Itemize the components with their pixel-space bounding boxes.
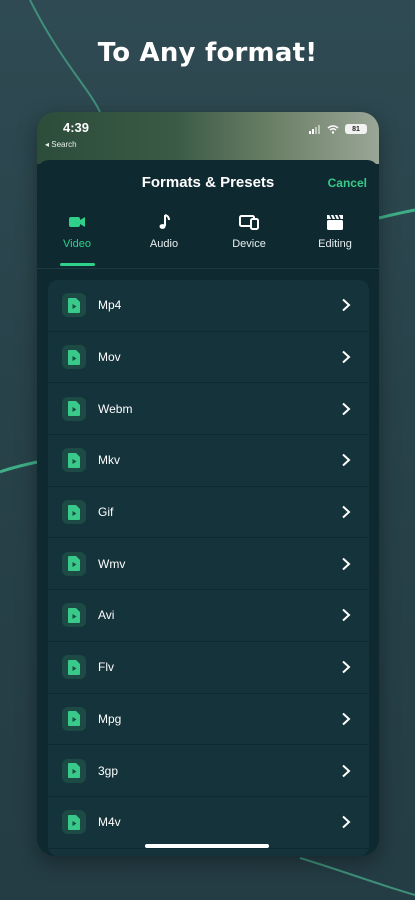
home-indicator[interactable]	[145, 844, 269, 848]
chevron-right-icon	[342, 764, 351, 777]
video-camera-icon	[69, 217, 85, 227]
cancel-button[interactable]: Cancel	[328, 176, 367, 190]
format-row-webm[interactable]: Webm	[48, 383, 369, 436]
formats-sheet: Formats & Presets Cancel Video Audio Dev…	[37, 160, 379, 856]
tab-video-label: Video	[63, 238, 91, 250]
status-icons: 81	[309, 124, 367, 134]
format-row-wmv[interactable]: Wmv	[48, 538, 369, 591]
chevron-right-icon	[342, 712, 351, 726]
video-file-icon	[62, 655, 86, 680]
chevron-right-icon	[342, 454, 351, 467]
tab-device[interactable]: Device	[209, 212, 289, 268]
battery-icon: 81	[345, 124, 367, 134]
active-tab-indicator	[60, 263, 95, 266]
format-label: Avi	[98, 608, 115, 623]
chevron-right-icon	[342, 660, 351, 674]
format-label: Flv	[98, 660, 114, 675]
format-label: Gif	[98, 505, 114, 520]
tab-audio-label: Audio	[149, 238, 179, 250]
chevron-right-icon	[342, 402, 351, 415]
chevron-right-icon	[342, 350, 351, 364]
video-file-icon	[62, 500, 86, 525]
video-file-icon	[62, 448, 86, 473]
music-note-icon	[159, 214, 170, 229]
chevron-right-icon	[342, 609, 351, 622]
video-file-icon	[62, 706, 86, 731]
signal-icon	[309, 124, 320, 134]
tab-editing-label: Editing	[318, 238, 352, 250]
format-row-mp4[interactable]: Mp4	[48, 280, 369, 332]
status-time: 4:39	[63, 120, 90, 135]
back-to-search-link[interactable]: ◂ Search	[45, 140, 77, 149]
format-label: Mp4	[98, 298, 122, 313]
phone-screenshot: 4:39 ◂ Search 81 Formats & Presets Cance…	[37, 112, 379, 856]
format-label: 3gp	[98, 763, 119, 778]
format-label: Mov	[98, 350, 121, 365]
format-row-gif[interactable]: Gif	[48, 487, 369, 539]
video-file-icon	[62, 551, 86, 576]
format-row-flv[interactable]: Flv	[48, 642, 369, 694]
tab-audio[interactable]: Audio	[124, 212, 204, 268]
tab-editing[interactable]: Editing	[295, 212, 375, 268]
video-file-icon	[62, 758, 86, 783]
format-label: Mkv	[98, 453, 120, 468]
format-label: Webm	[98, 401, 133, 416]
headline: To Any format!	[97, 38, 318, 68]
clapperboard-icon	[327, 214, 343, 230]
status-bar: 4:39 ◂ Search 81	[37, 112, 379, 164]
format-row-mpg[interactable]: Mpg	[48, 694, 369, 746]
format-label: Wmv	[98, 556, 126, 571]
video-file-icon	[62, 603, 86, 628]
format-list: Mp4 Mov Webm Mkv Gif Wmv Avi Flv Mpg 3gp…	[48, 280, 369, 856]
devices-icon	[239, 215, 259, 230]
tab-video[interactable]: Video	[37, 212, 117, 268]
format-row-3gp[interactable]: 3gp	[48, 745, 369, 797]
chevron-right-icon	[342, 299, 351, 312]
video-file-icon	[62, 345, 86, 370]
chevron-right-icon	[342, 815, 351, 829]
format-row-mov[interactable]: Mov	[48, 332, 369, 384]
format-label: Mpg	[98, 711, 122, 726]
wifi-icon	[327, 124, 339, 134]
tab-device-label: Device	[232, 238, 266, 250]
video-file-icon	[62, 396, 86, 421]
format-row-avi[interactable]: Avi	[48, 590, 369, 642]
chevron-right-icon	[342, 557, 351, 571]
tab-bar: Video Audio Device Editing	[37, 212, 379, 268]
format-label: M4v	[98, 815, 121, 830]
format-row-m4v[interactable]: M4v	[48, 797, 369, 849]
format-row-mkv[interactable]: Mkv	[48, 435, 369, 487]
chevron-right-icon	[342, 505, 351, 519]
video-file-icon	[62, 810, 86, 835]
tabs-divider	[37, 268, 379, 269]
video-file-icon	[62, 293, 86, 318]
